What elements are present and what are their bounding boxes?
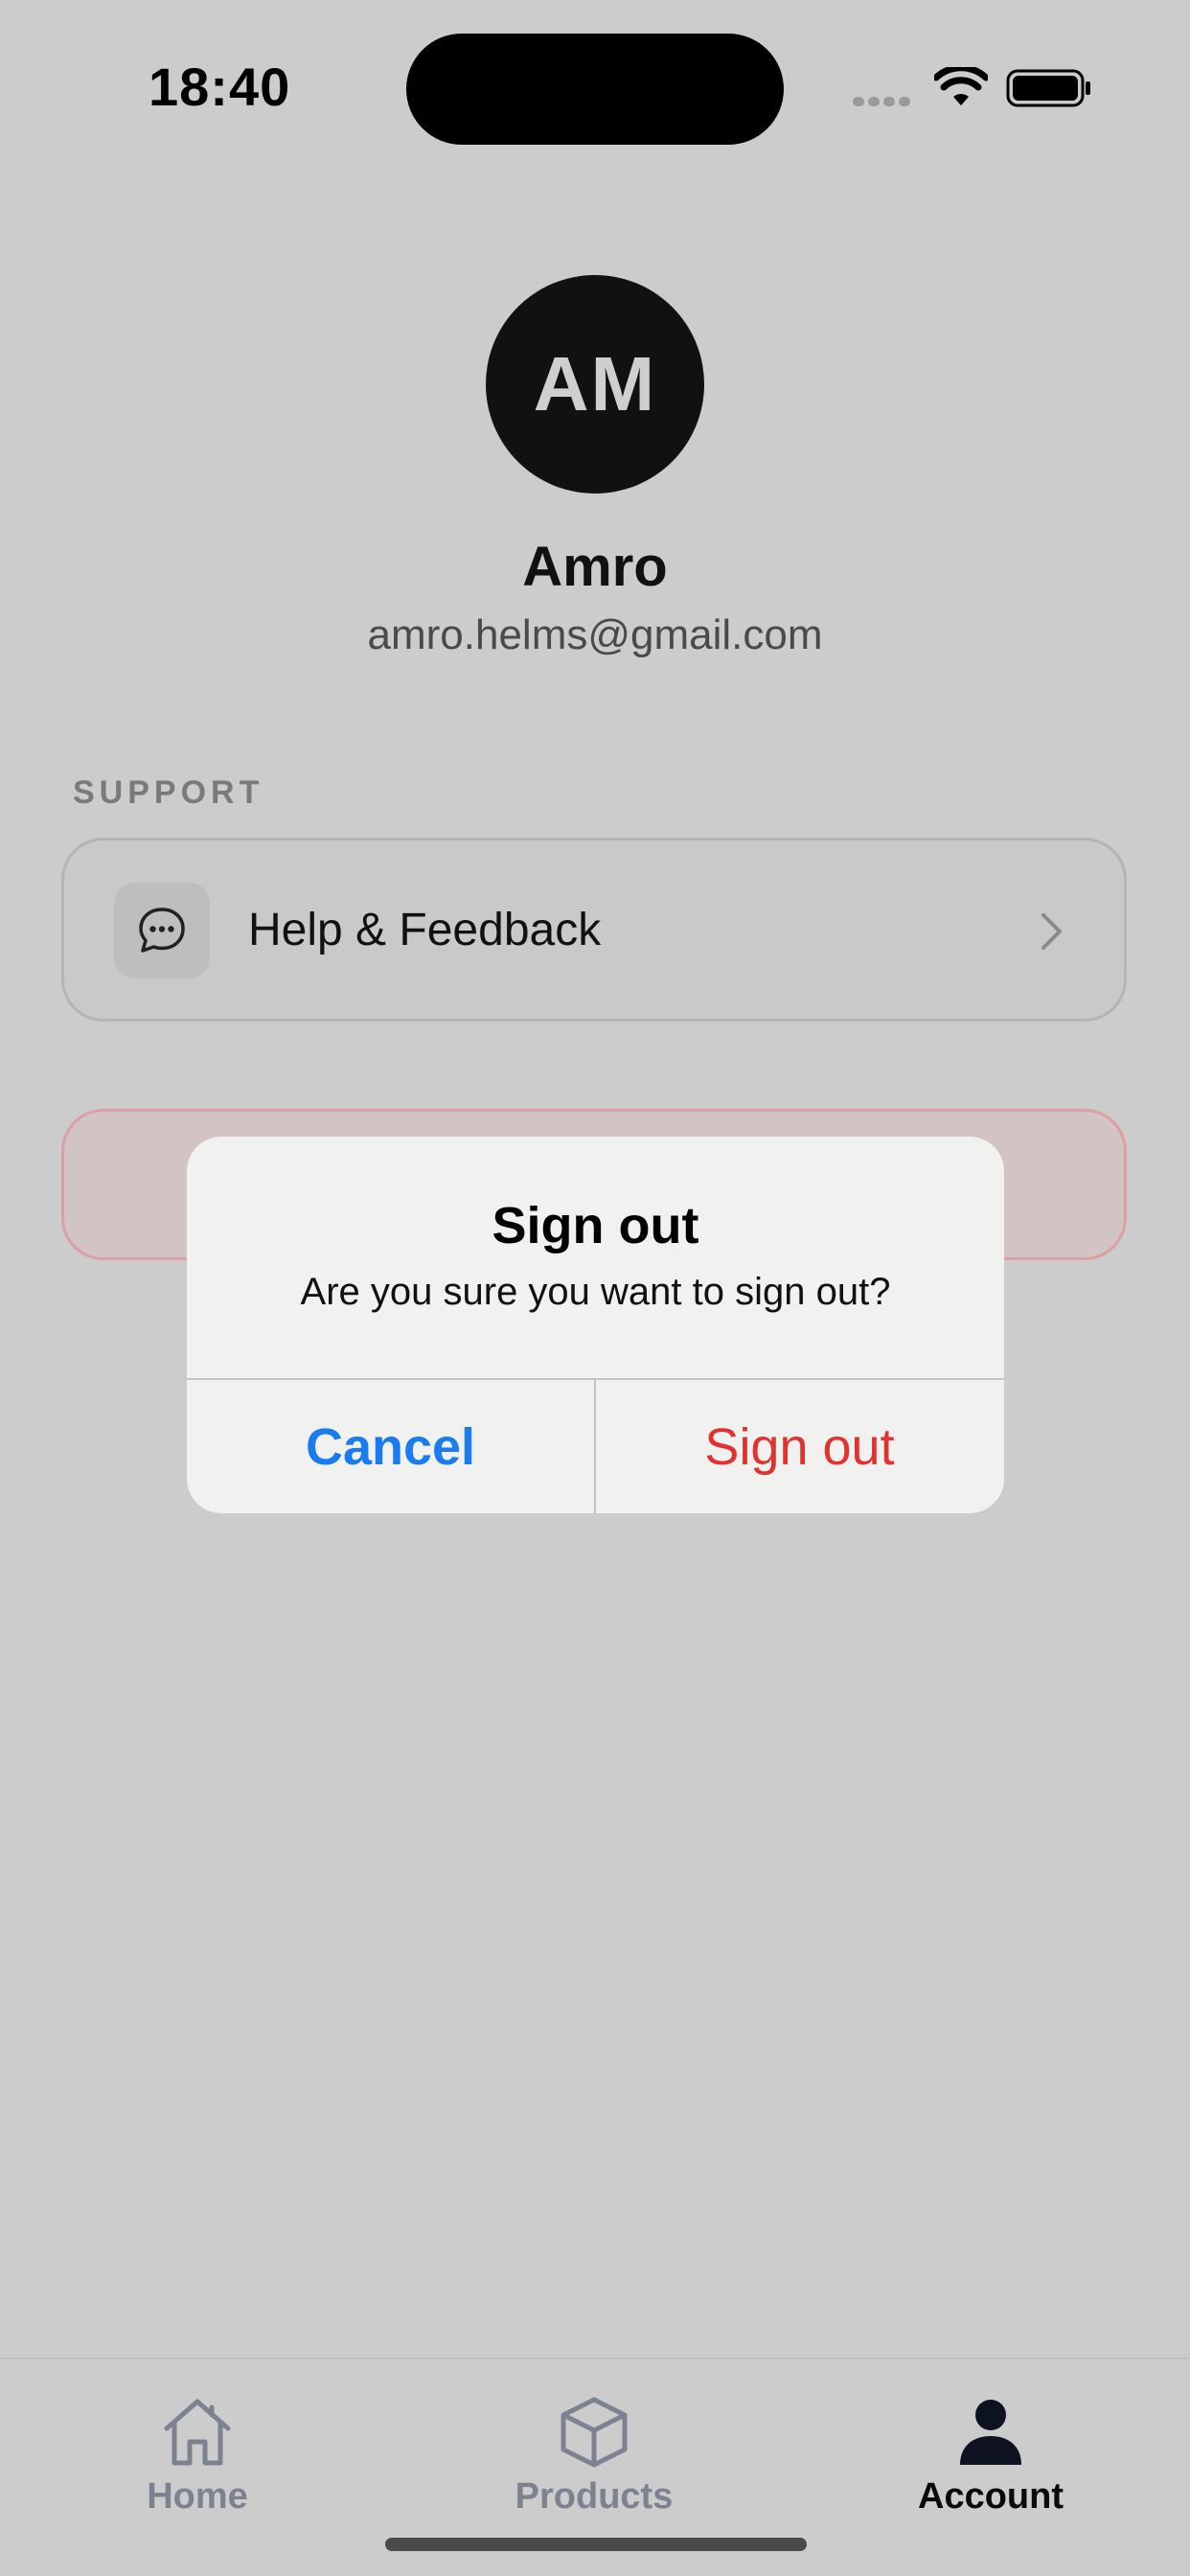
chevron-right-icon bbox=[1041, 913, 1062, 950]
chat-bubble-icon bbox=[114, 883, 210, 978]
avatar: AM bbox=[486, 275, 704, 494]
person-icon bbox=[960, 2400, 1021, 2465]
dialog-message: Are you sure you want to sign out? bbox=[300, 1271, 891, 1313]
status-time: 18:40 bbox=[149, 57, 291, 117]
confirm-sign-out-button[interactable]: Sign out bbox=[596, 1380, 1003, 1513]
tab-account-label: Account bbox=[918, 2476, 1064, 2517]
home-indicator bbox=[385, 2538, 807, 2551]
profile-name: Amro bbox=[522, 536, 668, 598]
tab-home[interactable]: Home bbox=[73, 2396, 322, 2530]
tab-home-label: Home bbox=[147, 2476, 248, 2517]
battery-icon bbox=[1006, 69, 1090, 107]
avatar-initials: AM bbox=[533, 341, 657, 426]
tab-account[interactable]: Account bbox=[866, 2396, 1115, 2530]
wifi-icon bbox=[934, 67, 988, 105]
tabbar-divider bbox=[0, 2358, 1190, 2359]
dynamic-island bbox=[406, 34, 784, 145]
tab-products-label: Products bbox=[515, 2476, 674, 2517]
dialog-title: Sign out bbox=[492, 1197, 699, 1254]
sign-out-dialog: Sign out Are you sure you want to sign o… bbox=[187, 1137, 1004, 1513]
help-feedback-label: Help & Feedback bbox=[248, 905, 602, 955]
support-section-label: SUPPORT bbox=[73, 774, 264, 811]
profile-email: amro.helms@gmail.com bbox=[367, 611, 823, 658]
signal-icon bbox=[853, 94, 914, 111]
box-icon bbox=[561, 2397, 628, 2468]
tab-products[interactable]: Products bbox=[469, 2396, 719, 2530]
help-feedback-row[interactable]: Help & Feedback bbox=[61, 838, 1127, 1022]
home-icon bbox=[164, 2399, 231, 2466]
cancel-button[interactable]: Cancel bbox=[187, 1380, 594, 1513]
